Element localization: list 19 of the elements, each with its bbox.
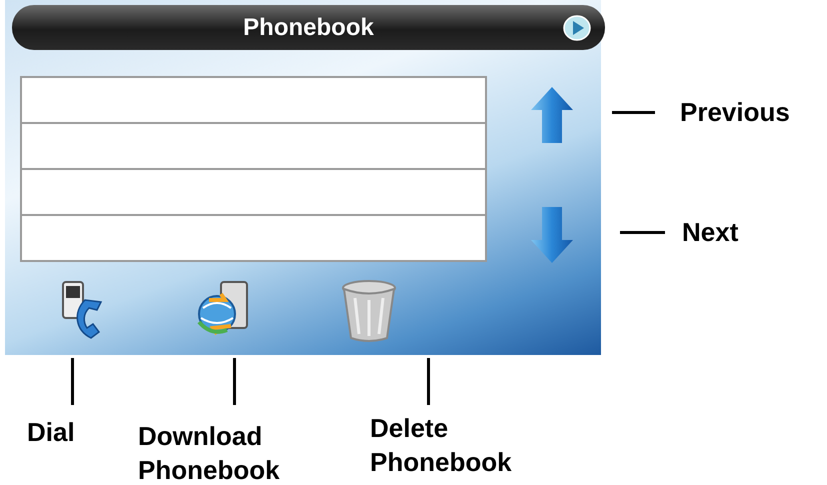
callout-label: Previous [680, 96, 790, 129]
up-arrow-icon[interactable] [530, 86, 574, 144]
list-row[interactable] [20, 122, 487, 170]
leader-line [612, 110, 655, 114]
list-row[interactable] [20, 214, 487, 262]
trash-icon[interactable] [339, 278, 399, 344]
list-row[interactable] [20, 168, 487, 216]
callout-label: Dial [27, 416, 76, 449]
callout-label: Next [682, 216, 738, 249]
leader-line [71, 358, 74, 405]
callout-label: Delete Phonebook [370, 412, 513, 479]
play-icon[interactable] [563, 15, 591, 41]
list-row[interactable] [20, 76, 487, 124]
screen-title: Phonebook [243, 14, 374, 42]
down-arrow-icon[interactable] [530, 206, 574, 264]
leader-line [233, 358, 236, 405]
callout-label: Download Phonebook [138, 420, 281, 485]
leader-line [427, 358, 430, 405]
leader-line [620, 230, 665, 234]
